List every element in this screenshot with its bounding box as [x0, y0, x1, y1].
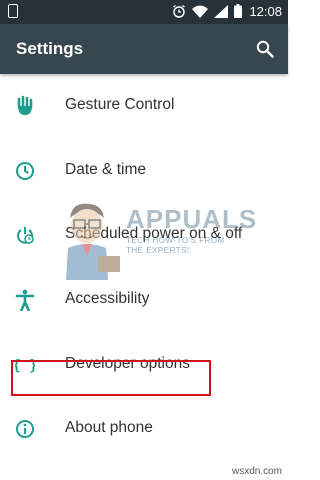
wifi-icon [192, 5, 208, 18]
battery-icon [234, 4, 242, 18]
info-icon [14, 418, 36, 440]
settings-list: Gesture Control Date & time Scheduled po… [0, 74, 288, 462]
status-bar: 12:08 [0, 0, 288, 24]
app-bar: Settings [0, 24, 288, 74]
search-icon [256, 40, 274, 58]
search-button[interactable] [252, 36, 278, 62]
status-time: 12:08 [249, 4, 282, 19]
clock-icon [14, 160, 36, 182]
settings-item-gesture-control[interactable]: Gesture Control [0, 74, 288, 139]
status-icons [172, 4, 242, 18]
footer-watermark: wsxdn.com [231, 466, 282, 477]
notification-icon [8, 4, 18, 18]
alarm-icon [173, 4, 185, 18]
settings-item-scheduled-power[interactable]: Scheduled power on & off [0, 203, 288, 268]
page-title: Settings [16, 39, 84, 58]
gesture-hand-icon [14, 95, 36, 117]
developer-options-highlight [11, 360, 211, 396]
signal-icon [214, 4, 228, 18]
settings-item-date-time[interactable]: Date & time [0, 139, 288, 204]
power-clock-icon [14, 224, 36, 246]
settings-item-about-phone[interactable]: About phone [0, 397, 288, 462]
accessibility-icon [14, 289, 36, 312]
settings-item-accessibility[interactable]: Accessibility [0, 268, 288, 333]
settings-item-label: Date & time [65, 160, 146, 178]
settings-item-label: Accessibility [65, 290, 150, 308]
settings-item-label: Scheduled power on & off [65, 225, 243, 243]
settings-item-label: About phone [65, 419, 153, 437]
settings-item-label: Gesture Control [65, 96, 175, 113]
